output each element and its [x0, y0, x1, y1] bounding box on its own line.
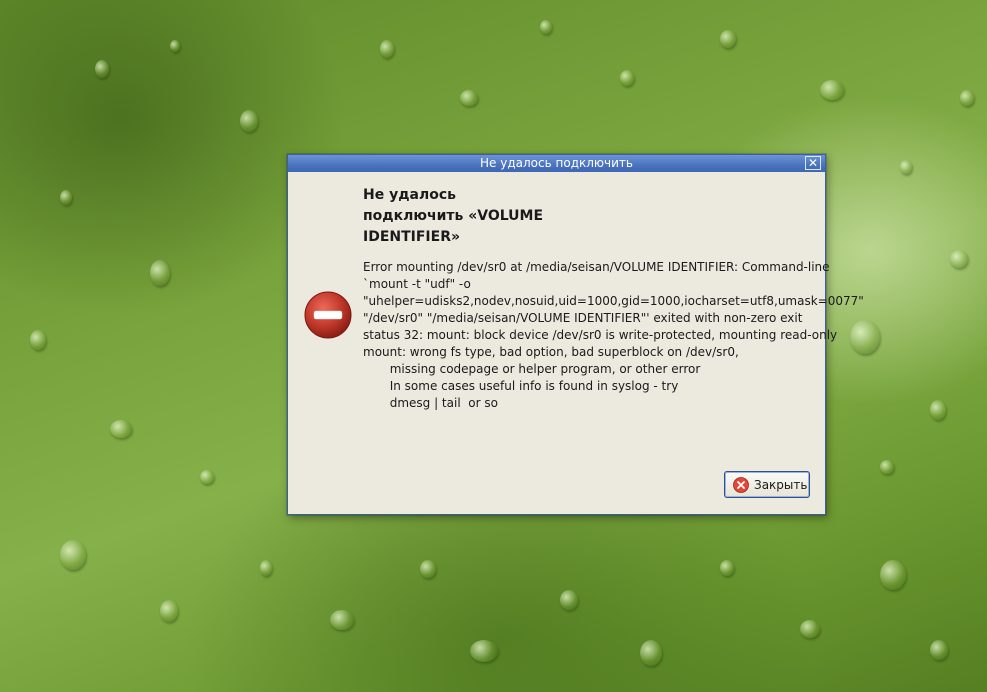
close-dialog-button-label: Закрыть [754, 477, 808, 492]
dialog-title: Не удалось подключить [480, 156, 633, 170]
water-drop [30, 330, 46, 350]
water-drop [560, 590, 578, 610]
water-drop [850, 320, 880, 354]
error-dialog: Не удалось подключить ✕ Не удалось подкл… [287, 154, 864, 515]
water-drop [60, 190, 72, 205]
close-dialog-button[interactable]: Закрыть [724, 471, 810, 498]
water-drop [620, 70, 634, 86]
water-drop [240, 110, 258, 132]
error-icon [304, 291, 352, 339]
water-drop [470, 640, 498, 662]
water-drop [160, 600, 178, 622]
close-icon[interactable]: ✕ [805, 156, 821, 170]
water-drop [380, 40, 394, 58]
dialog-titlebar[interactable]: Не удалось подключить ✕ [288, 155, 825, 172]
water-drop [95, 60, 109, 78]
dialog-heading: Не удалось подключить «VOLUME IDENTIFIER… [363, 187, 544, 245]
error-message: Error mounting /dev/sr0 at /media/seisan… [363, 260, 864, 410]
water-drop [110, 420, 132, 438]
water-drop [960, 90, 974, 106]
water-drop [170, 40, 180, 52]
water-drop [200, 470, 214, 484]
water-drop [800, 620, 820, 638]
water-drop [720, 560, 734, 576]
water-drop [930, 640, 948, 660]
water-drop [720, 30, 736, 48]
water-drop [900, 160, 912, 174]
water-drop [950, 250, 968, 268]
water-drop [460, 90, 478, 106]
water-drop [880, 460, 894, 474]
water-drop [260, 560, 272, 576]
water-drop [820, 80, 844, 100]
water-drop [60, 540, 86, 570]
water-drop [930, 400, 946, 420]
water-drop [330, 610, 354, 630]
water-drop [150, 260, 170, 286]
cancel-icon [733, 476, 749, 493]
water-drop [540, 20, 552, 34]
water-drop [420, 560, 436, 578]
water-drop [640, 640, 662, 666]
water-drop [880, 560, 906, 590]
